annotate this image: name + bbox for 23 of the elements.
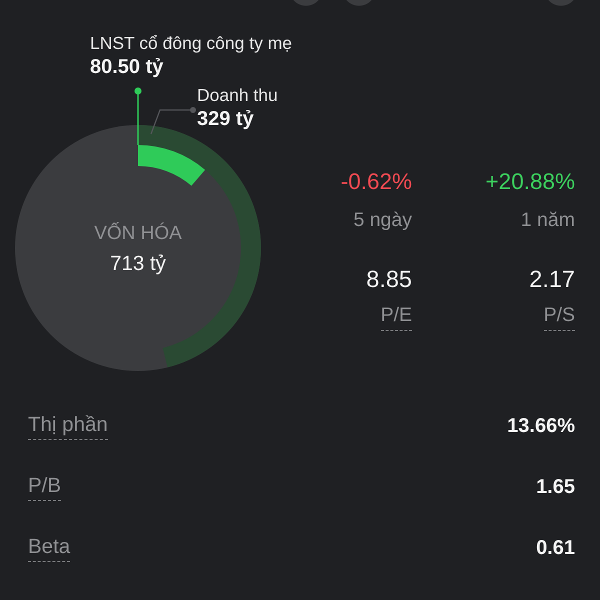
profit-arc <box>138 145 206 186</box>
leader-line <box>150 107 196 134</box>
callout-value: 80.50 tỷ <box>90 56 164 79</box>
period-label: 1 năm <box>520 209 575 231</box>
change-value: +20.88% <box>486 169 575 195</box>
ratio-label[interactable]: P/E <box>380 304 412 331</box>
ratio-value: 2.17 <box>529 266 575 293</box>
center-label: VỐN HÓA <box>94 223 182 245</box>
callout-label: LNST cổ đông công ty mẹ <box>90 33 292 53</box>
metric-label[interactable]: P/B <box>28 474 62 501</box>
ratio-value: 8.85 <box>366 266 412 293</box>
ratio-label[interactable]: P/S <box>544 304 575 331</box>
metric-label[interactable]: Beta <box>28 535 70 562</box>
leader-line <box>134 88 142 145</box>
change-value: -0.62% <box>340 169 412 195</box>
metric-value: 0.61 <box>536 537 575 560</box>
metric-value: 13.66% <box>507 415 575 438</box>
center-value: 713 tỷ <box>110 252 166 275</box>
metric-value: 1.65 <box>536 476 575 499</box>
callout-label: Doanh thu <box>197 85 278 105</box>
callout-value: 329 tỷ <box>197 108 254 131</box>
period-label: 5 ngày <box>353 209 412 231</box>
metric-label[interactable]: Thị phần <box>28 413 108 440</box>
